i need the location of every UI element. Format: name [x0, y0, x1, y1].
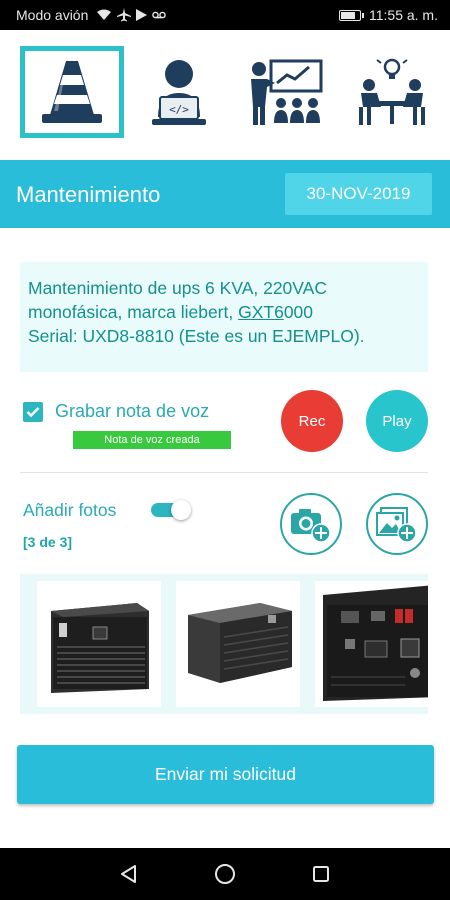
wifi-icon [97, 9, 112, 20]
photo-strip[interactable] [20, 574, 428, 714]
home-button[interactable] [213, 862, 237, 886]
description-line: Serial: UXD8-8810 (Este es un EJEMPLO). [28, 326, 365, 346]
page-title: Mantenimiento [16, 182, 161, 207]
description-text: monofásica, marca liebert, [28, 302, 239, 322]
voice-note-checkbox[interactable] [23, 402, 43, 422]
category-bar: </> [0, 30, 450, 160]
date-field[interactable]: 30-NOV-2019 [285, 173, 432, 215]
traffic-cone-icon [42, 61, 102, 123]
carrier-text: Modo avión [16, 7, 89, 23]
voice-note-label[interactable]: Grabar nota de voz [55, 401, 209, 422]
ups-rear-photo [315, 581, 428, 707]
voice-note-status-badge: Nota de voz creada [73, 431, 231, 449]
home-circle-icon [215, 864, 235, 884]
record-button[interactable]: Rec [281, 390, 343, 452]
airplane-icon [117, 8, 132, 22]
tab-developer[interactable]: </> [127, 46, 231, 138]
tab-consulting[interactable] [340, 46, 444, 138]
voice-note-row: Grabar nota de voz Nota de voz creada Re… [0, 390, 450, 460]
tab-training[interactable] [233, 46, 337, 138]
svg-text:</>: </> [169, 103, 189, 116]
status-bar: Modo avión 11:55 a. m. [0, 0, 450, 30]
submit-request-button[interactable]: Enviar mi solicitud [17, 745, 434, 804]
description-text: 000 [283, 302, 314, 322]
recents-square-icon [313, 866, 329, 882]
camera-add-icon [291, 509, 331, 543]
checkmark-icon [26, 407, 40, 418]
description-line: monofásica, marca liebert, GXT6000 [28, 300, 428, 324]
play-store-icon [136, 9, 148, 21]
clock-text: 11:55 a. m. [368, 7, 438, 23]
description-line: Mantenimiento de ups 6 KVA, 220VAC [28, 278, 327, 298]
back-button[interactable] [117, 862, 141, 886]
request-description: Mantenimiento de ups 6 KVA, 220VAC monof… [20, 262, 428, 372]
photo-thumbnail[interactable] [37, 581, 161, 707]
header-bar: Mantenimiento 30-NOV-2019 [0, 160, 450, 228]
play-button[interactable]: Play [366, 390, 428, 452]
meeting-idea-icon [359, 58, 425, 125]
ups-rack-photo [176, 581, 300, 707]
add-photos-label: Añadir fotos [23, 500, 117, 520]
add-camera-photo-button[interactable] [280, 493, 342, 555]
back-triangle-icon [121, 865, 136, 883]
developer-laptop-icon: </> [152, 60, 206, 125]
recents-button[interactable] [309, 862, 333, 886]
gallery-add-icon [376, 507, 417, 543]
photo-count: [3 de 3] [23, 534, 73, 550]
battery-icon [338, 9, 364, 21]
navigation-bar [0, 848, 450, 900]
add-photos-toggle[interactable] [151, 500, 191, 520]
tab-maintenance[interactable] [20, 46, 124, 138]
presentation-board-icon [251, 59, 323, 125]
photo-thumbnail[interactable] [315, 581, 428, 707]
divider [20, 472, 428, 473]
add-gallery-photo-button[interactable] [366, 493, 428, 555]
photo-thumbnail[interactable] [176, 581, 300, 707]
toggle-knob [171, 500, 191, 520]
voicemail-icon [152, 11, 167, 19]
model-link[interactable]: GXT6 [238, 302, 284, 322]
ups-tower-photo [37, 581, 161, 707]
